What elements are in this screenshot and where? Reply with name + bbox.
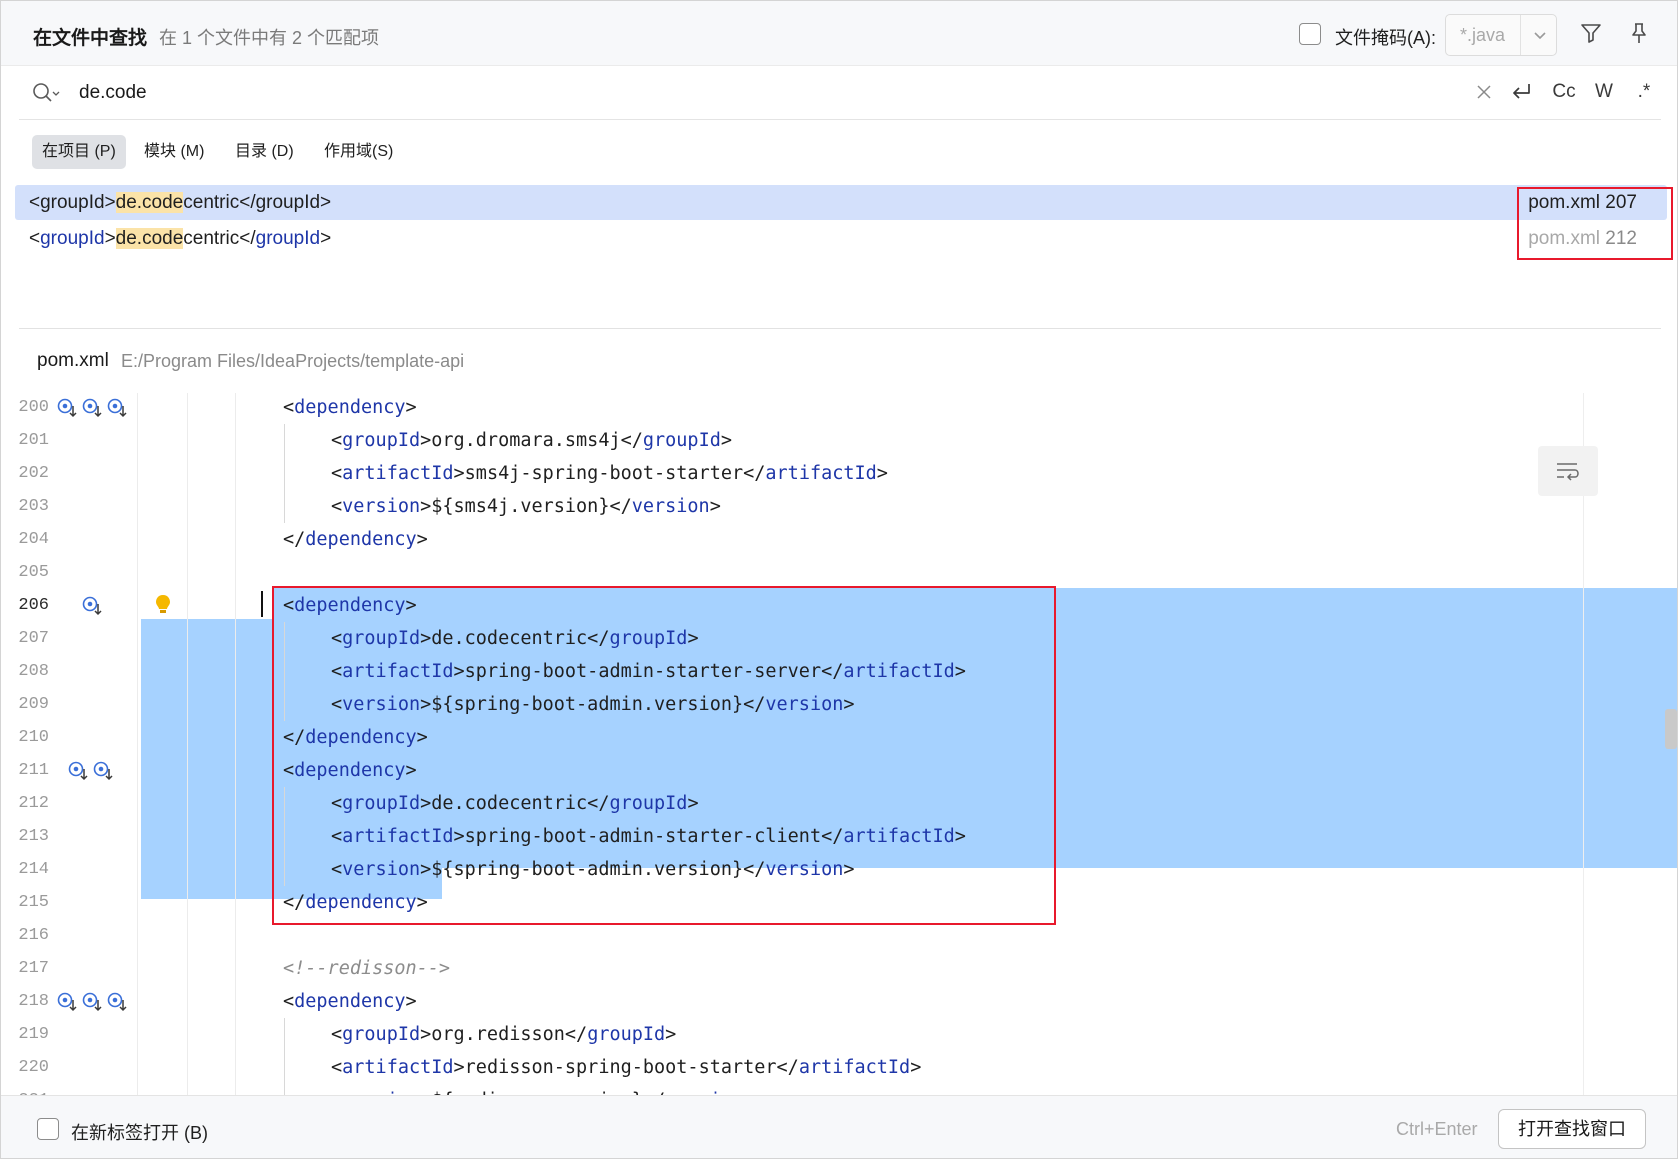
code-line: <version>${sms4j.version}</version> — [331, 496, 721, 517]
shortcut-hint: Ctrl+Enter — [1396, 1119, 1478, 1139]
line-number: 215 — [18, 893, 49, 912]
result-code: <groupId>de.codecentric</groupId> — [29, 228, 332, 249]
annotation-box-code — [272, 586, 1056, 925]
line-number: 213 — [18, 827, 49, 846]
code-line: <dependency> — [283, 991, 417, 1012]
line-number: 211 — [18, 761, 49, 780]
regex-toggle[interactable]: .* — [1629, 79, 1659, 105]
search-result-row[interactable]: <groupId>de.codecentric</groupId> pom.xm… — [15, 221, 1667, 256]
navigate-to-usage-icon[interactable] — [81, 595, 103, 617]
result-code: <groupId>de.codecentric</groupId> — [29, 192, 332, 213]
match-highlight: de.code — [115, 192, 184, 213]
file-mask-value: *.java — [1460, 25, 1506, 45]
code-line: </dependency> — [283, 529, 428, 550]
preview-file-path: E:/Program Files/IdeaProjects/template-a… — [121, 351, 465, 371]
open-in-new-tab-label[interactable]: 在新标签打开 (B) — [71, 1119, 208, 1145]
navigate-to-usage-icon[interactable] — [81, 991, 103, 1013]
match-highlight: de.code — [115, 228, 184, 249]
match-summary: 在 1 个文件中有 2 个匹配项 — [159, 28, 380, 48]
code-line: <artifactId>redisson-spring-boot-starter… — [331, 1057, 922, 1078]
navigate-to-usage-icon[interactable] — [56, 991, 78, 1013]
search-row: Cc W .* — [19, 65, 1661, 120]
new-line-icon[interactable] — [1509, 79, 1535, 105]
indent-guide — [284, 490, 285, 523]
indent-guide — [284, 1018, 285, 1051]
scope-tab-module[interactable]: 模块 (M) — [134, 135, 214, 169]
navigate-to-usage-icon[interactable] — [92, 760, 114, 782]
line-number: 220 — [18, 1058, 49, 1077]
file-mask-separator — [1520, 15, 1521, 55]
line-number: 216 — [18, 926, 49, 945]
indent-guide — [284, 424, 285, 457]
navigate-to-usage-icon[interactable] — [81, 397, 103, 419]
right-margin-guide — [1583, 393, 1584, 1095]
navigate-to-usage-icon[interactable] — [106, 397, 128, 419]
scope-tab-directory[interactable]: 目录 (D) — [225, 135, 304, 169]
selection-band — [141, 619, 272, 899]
line-number: 214 — [18, 860, 49, 879]
search-result-row[interactable]: <groupId>de.codecentric</groupId> pom.xm… — [15, 185, 1667, 220]
line-number: 200 — [18, 398, 49, 417]
dialog-title: 在文件中查找 — [33, 28, 148, 49]
file-mask-select[interactable]: *.java — [1445, 14, 1557, 56]
clear-icon[interactable] — [1475, 79, 1493, 105]
search-icon[interactable] — [31, 81, 61, 105]
line-number: 205 — [18, 563, 49, 582]
gutter-divider — [137, 393, 138, 1095]
line-number: 217 — [18, 959, 49, 978]
scrollbar-thumb[interactable] — [1665, 709, 1677, 749]
line-number: 210 — [18, 728, 49, 747]
indent-guide — [284, 457, 285, 490]
line-number: 206 — [18, 596, 49, 615]
scope-tab-project[interactable]: 在项目 (P) — [32, 135, 126, 169]
pin-icon[interactable] — [1627, 21, 1651, 45]
results-divider — [19, 328, 1661, 329]
code-line: <!--redisson--> — [283, 958, 451, 979]
line-number: 204 — [18, 530, 49, 549]
open-find-window-button[interactable]: 打开查找窗口 — [1498, 1109, 1646, 1149]
line-number: 208 — [18, 662, 49, 681]
navigate-to-usage-icon[interactable] — [67, 760, 89, 782]
dialog-header: 在文件中查找 在 1 个文件中有 2 个匹配项 文件掩码(A): *.java — [1, 1, 1677, 66]
line-number: 201 — [18, 431, 49, 450]
navigate-to-usage-icon[interactable] — [56, 397, 78, 419]
code-line: <groupId>org.redisson</groupId> — [331, 1024, 677, 1045]
line-number: 221 — [1, 1084, 49, 1095]
lightbulb-icon[interactable] — [153, 593, 173, 617]
dialog-footer: 在新标签打开 (B) Ctrl+Enter 打开查找窗口 — [1, 1095, 1677, 1158]
code-line: <version>${redisson.version}</version> — [331, 1084, 754, 1095]
search-input[interactable] — [77, 75, 1181, 111]
line-number: 207 — [18, 629, 49, 648]
filter-icon[interactable] — [1579, 21, 1603, 45]
match-case-toggle[interactable]: Cc — [1547, 79, 1581, 105]
code-line: <artifactId>sms4j-spring-boot-starter</a… — [331, 463, 888, 484]
preview-file-name: pom.xml — [37, 350, 109, 371]
indent-guide — [284, 1084, 285, 1095]
find-in-files-dialog: 在文件中查找 在 1 个文件中有 2 个匹配项 文件掩码(A): *.java — [0, 0, 1678, 1159]
open-in-new-tab-checkbox[interactable] — [37, 1118, 59, 1140]
line-number: 212 — [18, 794, 49, 813]
indent-guide — [284, 1051, 285, 1084]
line-number: 203 — [18, 497, 49, 516]
line-number: 202 — [18, 464, 49, 483]
file-mask-checkbox[interactable] — [1299, 23, 1321, 45]
text-caret — [261, 591, 263, 617]
gutter-divider — [187, 393, 188, 1095]
soft-wrap-button[interactable] — [1538, 446, 1598, 496]
line-number: 209 — [18, 695, 49, 714]
annotation-box-results — [1517, 187, 1673, 260]
line-number: 219 — [18, 1025, 49, 1044]
file-mask-label[interactable]: 文件掩码(A): — [1335, 24, 1436, 50]
scope-tab-scope[interactable]: 作用域(S) — [314, 135, 403, 169]
line-number: 218 — [18, 992, 49, 1011]
code-line: <groupId>org.dromara.sms4j</groupId> — [331, 430, 732, 451]
whole-words-toggle[interactable]: W — [1589, 79, 1619, 105]
soft-wrap-icon — [1557, 463, 1579, 481]
gutter-divider — [235, 393, 236, 1095]
code-line: <dependency> — [283, 397, 417, 418]
navigate-to-usage-icon[interactable] — [106, 991, 128, 1013]
chevron-down-icon[interactable] — [1530, 25, 1550, 45]
